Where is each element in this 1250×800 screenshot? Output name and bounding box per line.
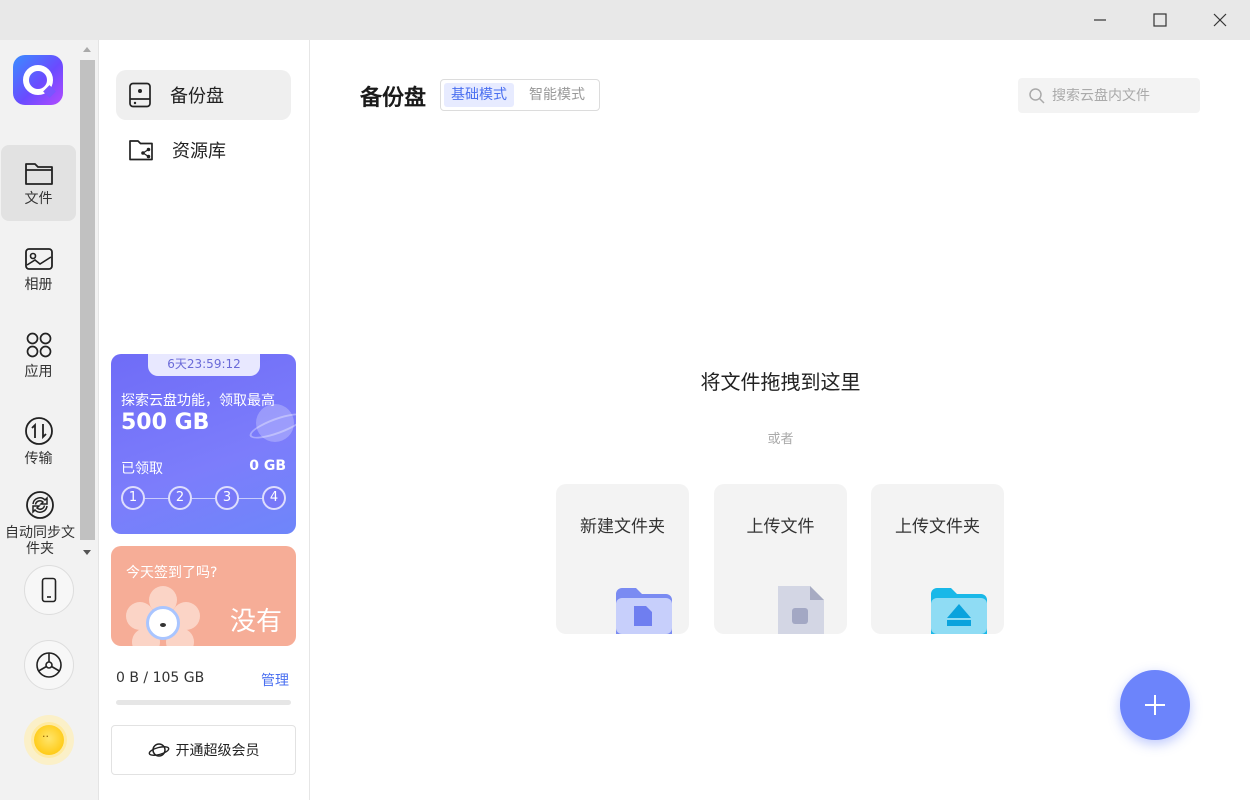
minimize-button[interactable] — [1070, 0, 1130, 40]
folder-icon — [24, 162, 53, 185]
search-box[interactable] — [1018, 78, 1200, 113]
mode-switch: 基础模式 智能模式 — [440, 79, 600, 111]
sun-avatar-icon — [34, 725, 64, 755]
or-hint: 或者 — [767, 432, 794, 447]
photo-album-icon — [24, 247, 53, 270]
rail-item-label: 自动同步文件夹 — [5, 524, 75, 557]
close-button[interactable] — [1190, 0, 1250, 40]
rail-item-label: 相册 — [24, 276, 53, 293]
step-badge: 1 — [121, 486, 145, 510]
vip-button-label: 开通超级会员 — [175, 743, 260, 759]
promo-timer: 6天23:59:12 — [148, 354, 260, 376]
scroll-down-arrow-icon[interactable] — [83, 550, 91, 555]
vip-button[interactable]: 开通超级会员 — [111, 725, 296, 775]
app-logo — [13, 55, 63, 105]
page-title: 备份盘 — [360, 86, 427, 111]
avatar[interactable] — [24, 715, 74, 765]
manage-link[interactable]: 管理 — [261, 670, 289, 690]
rail-item-label: 文件 — [24, 190, 53, 207]
step-line — [133, 498, 273, 499]
drop-hint: 将文件拖拽到这里 — [700, 370, 861, 394]
signin-status: 没有 — [229, 607, 282, 637]
promo-steps: 1 2 3 4 — [121, 486, 286, 512]
new-folder-icon — [616, 588, 672, 634]
rail-scrollbar[interactable] — [79, 40, 96, 560]
transfer-icon — [24, 416, 53, 445]
signin-question: 今天签到了吗? — [126, 565, 218, 581]
rail-item-files[interactable]: 文件 — [1, 145, 76, 221]
step-badge: 2 — [168, 486, 192, 510]
mode-basic[interactable]: 基础模式 — [444, 83, 514, 107]
maximize-button[interactable] — [1130, 0, 1190, 40]
settings-button[interactable] — [24, 640, 74, 690]
sidebar-item-label: 备份盘 — [170, 86, 224, 107]
promo-claimed-value: 0 GB — [249, 458, 286, 474]
card-label: 上传文件夹 — [895, 517, 980, 537]
search-input[interactable] — [1052, 87, 1192, 104]
close-icon — [1213, 13, 1227, 27]
phone-button[interactable] — [24, 565, 74, 615]
apps-grid-icon — [26, 332, 51, 357]
upload-file-icon — [778, 586, 824, 634]
upload-folder-icon — [931, 588, 987, 634]
sync-icon — [26, 490, 54, 519]
step-badge: 4 — [262, 486, 286, 510]
flower-mascot-icon — [126, 586, 201, 646]
scroll-up-arrow-icon[interactable] — [83, 47, 91, 52]
title-bar — [0, 0, 1250, 40]
nav-rail: 文件 相册 应用 传输 自动同步文件夹 — [0, 40, 99, 800]
promo-card[interactable]: 6天23:59:12 探索云盘功能，领取最高 500 GB 已领取 0 GB 1… — [111, 354, 296, 534]
step-badge: 3 — [215, 486, 239, 510]
upload-folder-card[interactable]: 上传文件夹 — [871, 484, 1004, 634]
promo-claimed-label: 已领取 — [121, 461, 163, 477]
sidebar-item-backup-disk[interactable]: 备份盘 — [116, 70, 291, 120]
card-label: 上传文件 — [746, 517, 815, 537]
storage-usage: 0 B / 105 GB — [116, 670, 205, 686]
signin-card[interactable]: 今天签到了吗? 没有 — [111, 546, 296, 646]
new-folder-card[interactable]: 新建文件夹 — [556, 484, 689, 634]
card-label: 新建文件夹 — [580, 517, 665, 537]
sidebar: 备份盘 资源库 6天23:59:12 探索云盘功能，领取最高 500 GB 已领… — [100, 40, 310, 800]
settings-icon — [36, 652, 62, 678]
rail-item-sync[interactable]: 自动同步文件夹 — [1, 483, 79, 563]
promo-text: 探索云盘功能，领取最高 — [121, 393, 275, 409]
rail-item-transfer[interactable]: 传输 — [1, 403, 76, 479]
backup-disk-icon — [129, 82, 151, 108]
rail-item-label: 应用 — [24, 363, 53, 380]
rail-item-apps[interactable]: 应用 — [1, 317, 76, 393]
plus-icon — [1145, 695, 1165, 715]
storage-bar — [116, 700, 291, 705]
minimize-icon — [1094, 19, 1106, 21]
phone-icon — [41, 577, 57, 603]
sidebar-item-label: 资源库 — [172, 141, 226, 162]
shared-folder-icon — [129, 140, 153, 161]
planet-icon — [148, 743, 169, 757]
promo-amount: 500 GB — [121, 410, 210, 435]
rail-item-label: 传输 — [24, 450, 53, 467]
search-icon — [1029, 87, 1045, 104]
scroll-thumb[interactable] — [80, 60, 95, 540]
upload-file-card[interactable]: 上传文件 — [714, 484, 847, 634]
mode-smart[interactable]: 智能模式 — [522, 83, 592, 107]
main-content: 备份盘 基础模式 智能模式 将文件拖拽到这里 或者 新建文件夹 上传文件 上传文… — [311, 40, 1250, 800]
rail-item-album[interactable]: 相册 — [1, 231, 76, 307]
maximize-icon — [1153, 13, 1167, 27]
add-fab-button[interactable] — [1120, 670, 1190, 740]
sidebar-item-library[interactable]: 资源库 — [116, 125, 291, 175]
